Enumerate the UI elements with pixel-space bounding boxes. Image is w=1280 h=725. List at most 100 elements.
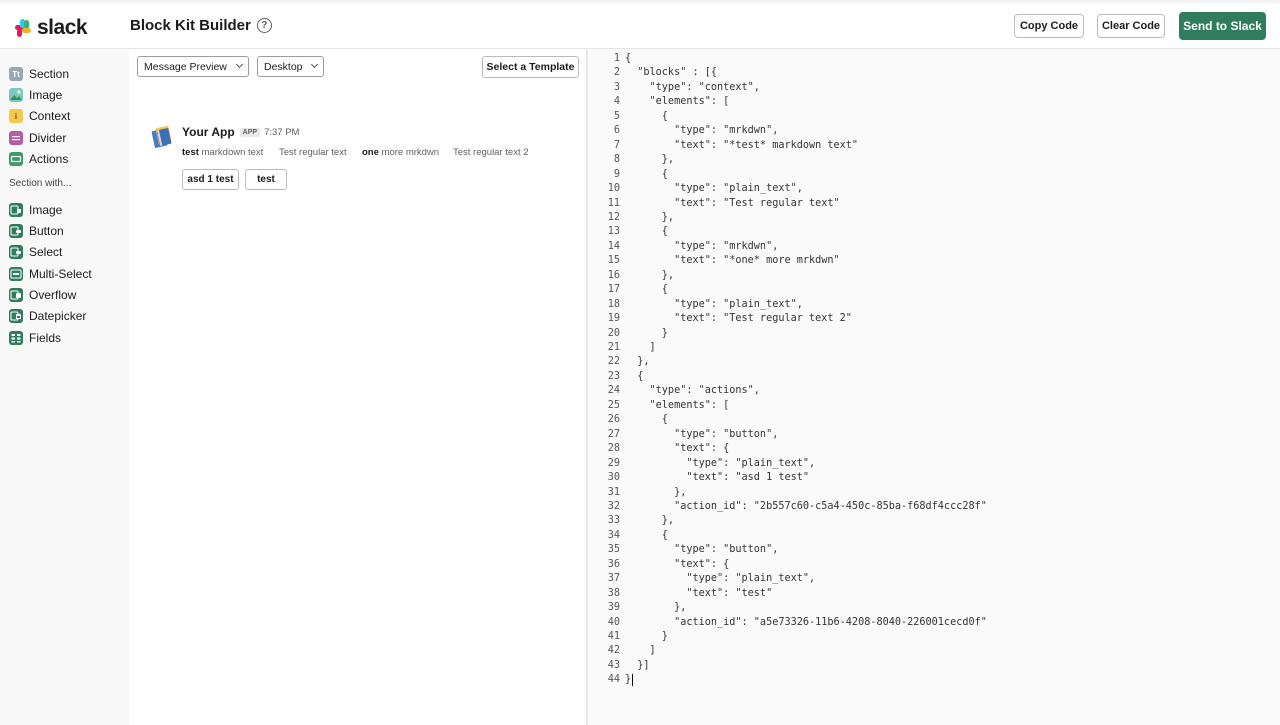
code-line[interactable]: 41 } <box>588 630 1280 645</box>
code-line[interactable]: 14 "type": "mrkdwn", <box>588 240 1280 255</box>
sidebar-item-label: Context <box>29 109 71 123</box>
code-text: "text": "Test regular text 2" <box>625 313 852 325</box>
code-line[interactable]: 17 { <box>588 283 1280 298</box>
sidebar-item-label: Image <box>29 203 63 217</box>
sidebar-item-section-overflow[interactable]: Overflow <box>9 286 76 304</box>
code-line[interactable]: 28 "text": { <box>588 442 1280 457</box>
clear-code-button[interactable]: Clear Code <box>1097 14 1165 38</box>
code-line[interactable]: 27 "type": "button", <box>588 428 1280 443</box>
code-line[interactable]: 2 "blocks" : [{ <box>588 66 1280 81</box>
device-select[interactable]: Desktop <box>257 56 324 77</box>
code-text: { <box>625 168 668 180</box>
code-text: "text": "Test regular text" <box>625 197 840 209</box>
code-line[interactable]: 43 }] <box>588 659 1280 674</box>
chevron-down-icon <box>235 60 244 69</box>
code-line[interactable]: 9 { <box>588 168 1280 183</box>
line-number: 40 <box>607 616 620 628</box>
sidebar-item-section-fields[interactable]: Fields <box>9 329 61 347</box>
sidebar-item-label: Actions <box>29 152 69 166</box>
code-line[interactable]: 21 ] <box>588 341 1280 356</box>
code-line[interactable]: 40 "action_id": "a5e73326-11b6-4208-8040… <box>588 616 1280 631</box>
section-icon: Tt <box>9 67 23 81</box>
code-line[interactable]: 20 } <box>588 327 1280 342</box>
line-number: 43 <box>607 659 620 671</box>
code-line[interactable]: 32 "action_id": "2b557c60-c5a4-450c-85ba… <box>588 500 1280 515</box>
code-line[interactable]: 29 "type": "plain_text", <box>588 457 1280 472</box>
code-line[interactable]: 37 "type": "plain_text", <box>588 572 1280 587</box>
code-line[interactable]: 1{ <box>588 52 1280 67</box>
code-line[interactable]: 23 { <box>588 370 1280 385</box>
code-text: }, <box>625 602 687 614</box>
code-line[interactable]: 3 "type": "context", <box>588 81 1280 96</box>
code-line[interactable]: 24 "type": "actions", <box>588 384 1280 399</box>
line-number: 6 <box>613 125 620 137</box>
line-number: 9 <box>613 168 620 180</box>
line-number: 27 <box>607 428 620 440</box>
sidebar-item-image[interactable]: Image <box>9 86 62 104</box>
line-number: 12 <box>607 211 620 223</box>
code-text: }, <box>625 154 675 166</box>
code-line[interactable]: 4 "elements": [ <box>588 95 1280 110</box>
code-text: "type": "plain_text", <box>625 183 803 195</box>
sidebar-item-actions[interactable]: Actions <box>9 150 68 168</box>
line-number: 20 <box>607 327 620 339</box>
code-line[interactable]: 6 "type": "mrkdwn", <box>588 124 1280 139</box>
code-line[interactable]: 12 }, <box>588 211 1280 226</box>
code-line[interactable]: 5 { <box>588 110 1280 125</box>
action-button[interactable]: asd 1 test <box>182 169 239 190</box>
sidebar-item-context[interactable]: i Context <box>9 107 70 125</box>
sidebar-item-divider[interactable]: Divider <box>9 129 66 147</box>
code-text: "type": "button", <box>625 544 779 556</box>
line-number: 32 <box>607 500 620 512</box>
sidebar-item-section[interactable]: Tt Section <box>9 65 69 83</box>
code-line[interactable]: 31 }, <box>588 486 1280 501</box>
sidebar-item-section-select[interactable]: Select <box>9 243 62 261</box>
code-line[interactable]: 38 "text": "test" <box>588 587 1280 602</box>
code-line[interactable]: 11 "text": "Test regular text" <box>588 197 1280 212</box>
app-name[interactable]: Your App <box>182 125 235 139</box>
json-code-editor[interactable]: 1{2 "blocks" : [{3 "type": "context", 4 "… <box>588 49 1280 725</box>
code-line[interactable]: 18 "type": "plain_text", <box>588 298 1280 313</box>
code-line[interactable]: 15 "text": "*one* more mrkdwn" <box>588 254 1280 269</box>
message-timestamp[interactable]: 7:37 PM <box>264 127 299 138</box>
context-element: Test regular text <box>279 147 347 158</box>
code-line[interactable]: 26 { <box>588 413 1280 428</box>
code-line[interactable]: 30 "text": "asd 1 test" <box>588 471 1280 486</box>
code-line[interactable]: 39 }, <box>588 601 1280 616</box>
code-line[interactable]: 25 "elements": [ <box>588 399 1280 414</box>
sidebar-item-section-datepicker[interactable]: Datepicker <box>9 307 86 325</box>
code-line[interactable]: 10 "type": "plain_text", <box>588 182 1280 197</box>
code-text: "type": "mrkdwn", <box>625 240 779 252</box>
copy-code-button[interactable]: Copy Code <box>1014 14 1084 38</box>
code-text: { <box>625 226 668 238</box>
code-line[interactable]: 13 { <box>588 225 1280 240</box>
top-bar: slack Block Kit Builder ? Copy Code Clea… <box>0 0 1280 49</box>
sidebar-item-section-multi-select[interactable]: Multi-Select <box>9 265 92 283</box>
action-button[interactable]: test <box>245 169 287 190</box>
slack-logo[interactable]: slack <box>13 16 88 40</box>
question-circle-icon[interactable]: ? <box>256 18 272 33</box>
code-line[interactable]: 8 }, <box>588 153 1280 168</box>
preview-mode-select[interactable]: Message Preview <box>137 56 249 77</box>
sidebar-item-section-image[interactable]: Image <box>9 201 62 219</box>
select-accessory-icon <box>9 245 23 259</box>
code-line[interactable]: 44} <box>588 673 1280 688</box>
code-text: "text": { <box>625 558 730 570</box>
device-value: Desktop <box>264 60 303 73</box>
sidebar-item-label: Select <box>29 245 63 259</box>
code-line[interactable]: 22 }, <box>588 355 1280 370</box>
select-template-button[interactable]: Select a Template <box>482 56 579 78</box>
send-to-slack-button[interactable]: Send to Slack <box>1179 12 1266 40</box>
code-line[interactable]: 33 }, <box>588 514 1280 529</box>
code-line[interactable]: 34 { <box>588 529 1280 544</box>
code-line[interactable]: 7 "text": "*test* markdown text" <box>588 139 1280 154</box>
code-line[interactable]: 16 }, <box>588 269 1280 284</box>
code-text: "text": "asd 1 test" <box>625 472 810 484</box>
sidebar-item-section-button[interactable]: Button <box>9 222 64 240</box>
code-text: { <box>625 110 668 122</box>
code-line[interactable]: 42 ] <box>588 644 1280 659</box>
multi-select-accessory-icon <box>9 267 23 281</box>
code-line[interactable]: 35 "type": "button", <box>588 543 1280 558</box>
code-line[interactable]: 36 "text": { <box>588 558 1280 573</box>
code-line[interactable]: 19 "text": "Test regular text 2" <box>588 312 1280 327</box>
